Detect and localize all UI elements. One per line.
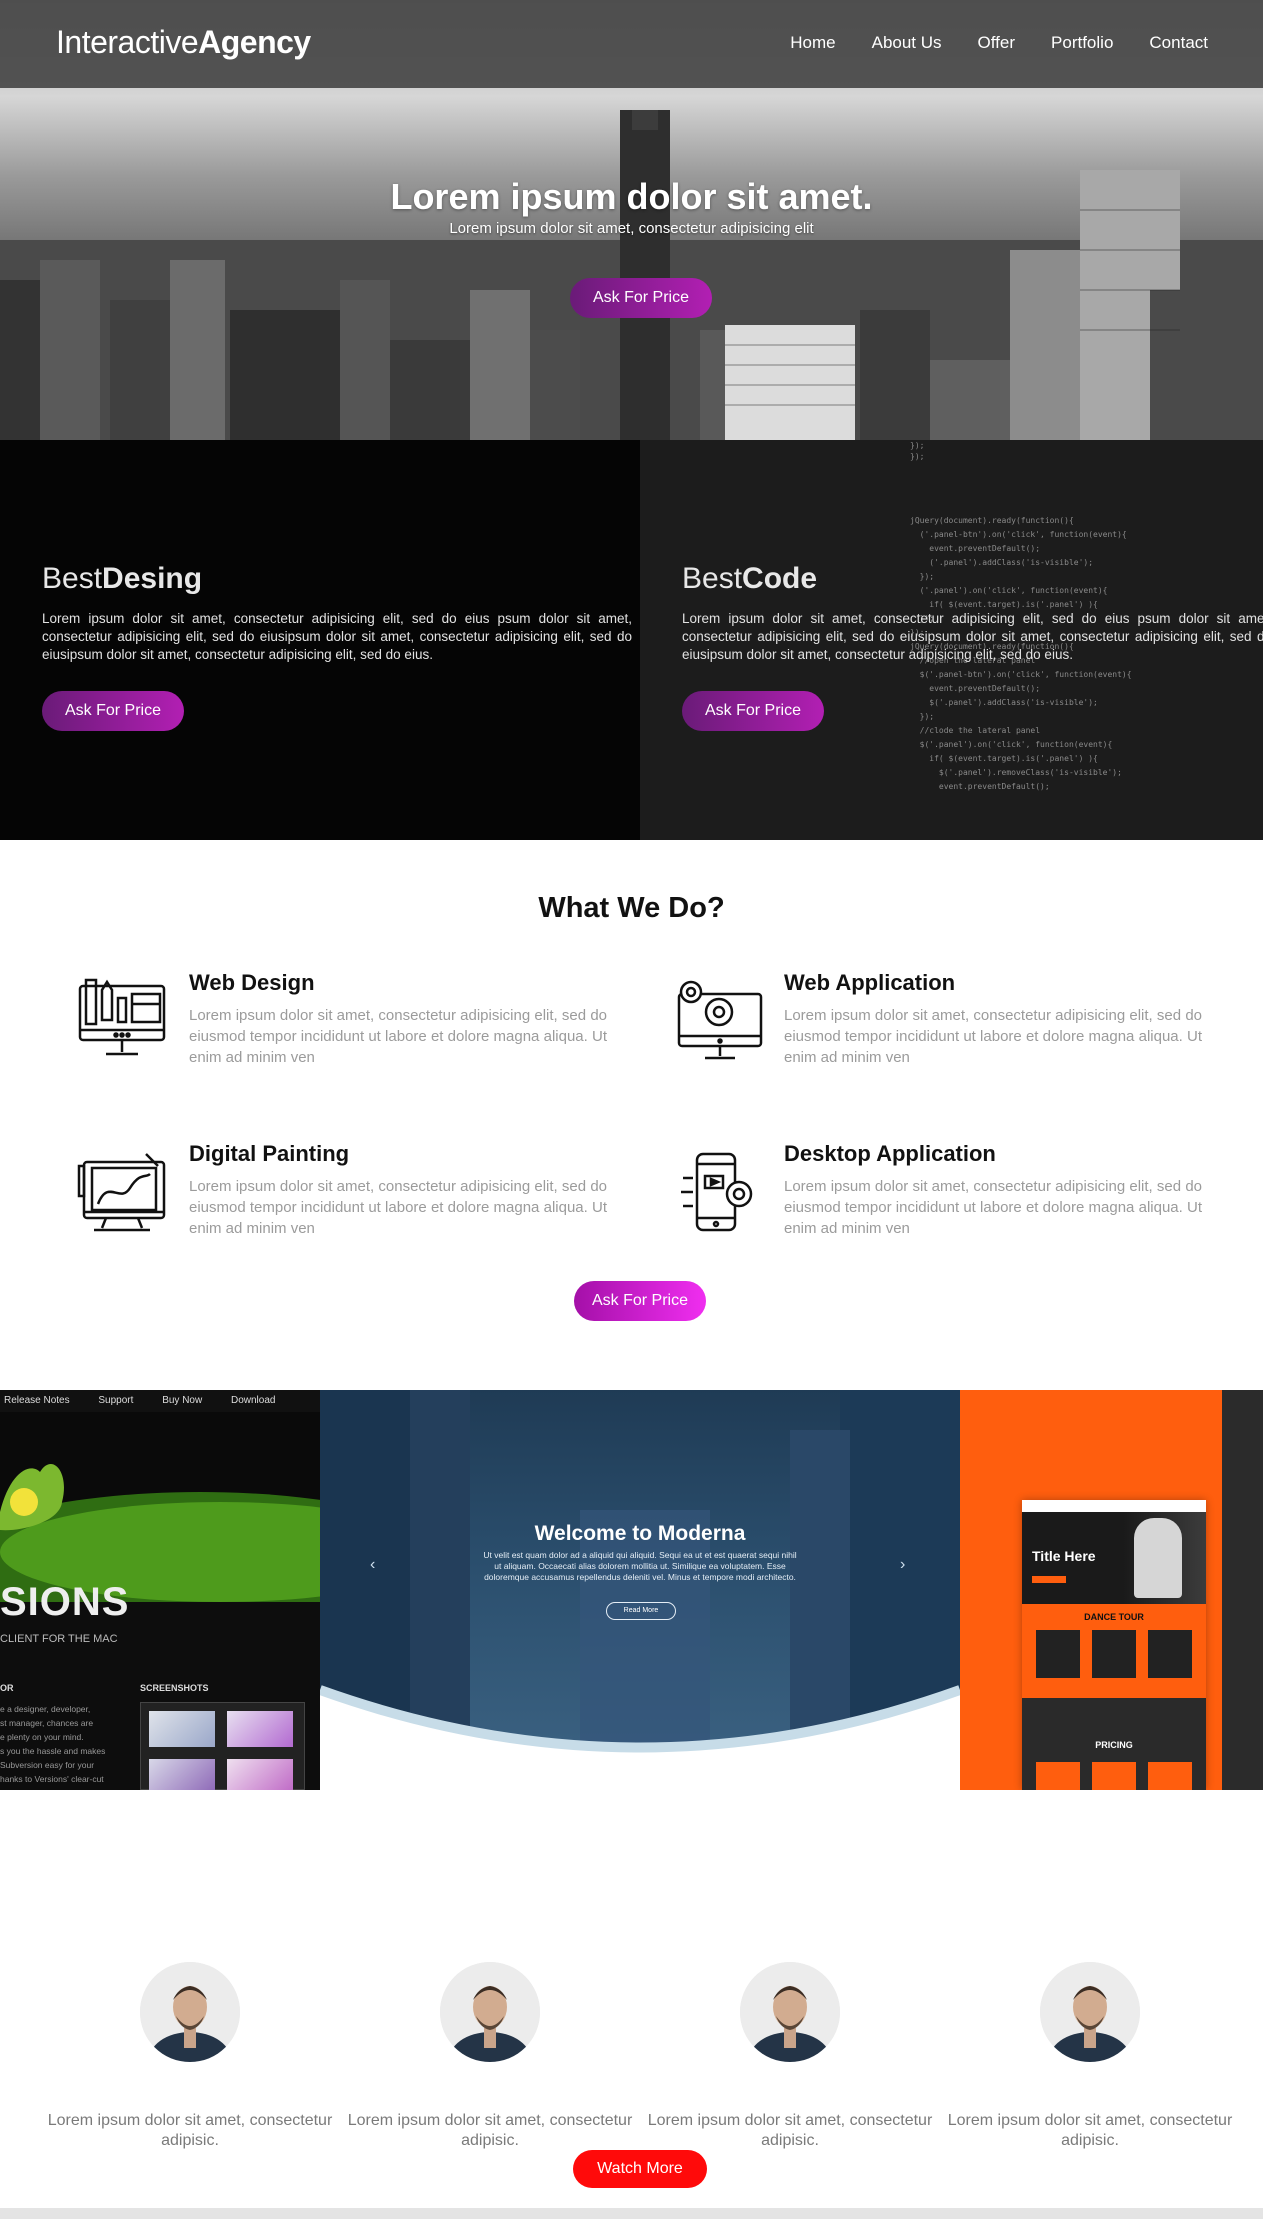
code-line: event.preventDefault();	[910, 684, 1041, 693]
best-design-title: BestDesing	[42, 562, 203, 595]
portfolio-slide-moderna[interactable]: Welcome to Moderna Ut velit est quam dol…	[320, 1390, 960, 1790]
versions-buy-now-link: Buy Now	[162, 1395, 203, 1406]
best-design-text: Lorem ipsum dolor sit amet, consectetur …	[42, 611, 632, 662]
service-title-desktop-application: Desktop Application	[784, 1141, 996, 1166]
phone-gear-icon	[681, 1152, 753, 1232]
code-line: if( $(event.target).is('.panel') ){	[910, 754, 1098, 763]
dance-site-mockup: Title Here DANCE TOUR PRICING	[1022, 1500, 1206, 1790]
best-code-ask-price-button[interactable]: Ask For Price	[682, 691, 824, 731]
code-line: ('.panel').addClass('is-visible');	[910, 558, 1094, 567]
logo-light-text: Interactive	[56, 24, 199, 60]
versions-screenshots-title: SCREENSHOTS	[140, 1683, 209, 1693]
logo[interactable]: InteractiveAgency	[56, 24, 311, 61]
chevron-left-icon[interactable]: ‹	[370, 1556, 375, 1574]
team-text-2: Lorem ipsum dolor sit amet, consectetur …	[347, 2112, 633, 2149]
versions-release-notes-link: Release Notes	[4, 1395, 70, 1406]
service-text-web-design: Lorem ipsum dolor sit amet, consectetur …	[189, 1007, 607, 1066]
team-text-1: Lorem ipsum dolor sit amet, consectetur …	[47, 2112, 333, 2149]
service-title-digital-painting: Digital Painting	[189, 1141, 350, 1166]
hero-title: Lorem ipsum dolor sit amet.	[390, 176, 873, 217]
versions-col-left-title: OR	[0, 1683, 14, 1693]
code-line: $('.panel').on('click', function(event){	[910, 740, 1113, 749]
hero-ask-price-button[interactable]: Ask For Price	[570, 278, 712, 318]
best-design-panel: BestDesing Lorem ipsum dolor sit amet, c…	[0, 440, 640, 840]
code-line: $('.panel-btn').on('click', function(eve…	[910, 670, 1132, 679]
team-avatar-4	[1040, 1962, 1140, 2062]
best-design-ask-price-button[interactable]: Ask For Price	[42, 691, 184, 731]
services-ask-price-button[interactable]: Ask For Price	[574, 1281, 706, 1321]
code-line: jQuery(document).ready(function(){	[910, 516, 1074, 525]
team-avatar-2	[440, 1962, 540, 2062]
nav-contact[interactable]: Contact	[1149, 33, 1208, 53]
service-title-web-application: Web Application	[784, 970, 956, 995]
chevron-right-icon[interactable]: ›	[900, 1556, 905, 1574]
code-line: });	[910, 572, 935, 581]
moderna-buildings-art	[320, 1390, 960, 1790]
dance-title: Title Here	[1032, 1548, 1096, 1564]
city-skyline-image	[0, 110, 1263, 440]
moderna-read-more-button[interactable]: Read More	[606, 1602, 676, 1620]
code-line: });	[910, 441, 925, 450]
hero-subtitle: Lorem ipsum dolor sit amet, consectetur …	[449, 220, 814, 237]
monitor-gears-icon	[677, 980, 763, 1060]
nav-about-us[interactable]: About Us	[872, 33, 942, 53]
moderna-text: Ut velit est quam dolor ad a aliquid qui…	[483, 1550, 797, 1582]
dance-pricing-label: PRICING	[1095, 1740, 1133, 1750]
code-line: });	[910, 712, 935, 721]
portfolio-slide-dance[interactable]: Title Here DANCE TOUR PRICING	[960, 1390, 1263, 1790]
best-code-title: BestCode	[682, 562, 818, 595]
code-line: $('.panel').addClass('is-visible');	[910, 698, 1098, 707]
versions-screenshots-grid	[140, 1702, 305, 1790]
team-text-4: Lorem ipsum dolor sit amet, consectetur …	[947, 2112, 1233, 2149]
code-line: event.preventDefault();	[910, 782, 1050, 791]
team-avatar-3	[740, 1962, 840, 2062]
code-line: //clode the lateral panel	[910, 726, 1041, 735]
service-text-web-application: Lorem ipsum dolor sit amet, consectetur …	[784, 1007, 1202, 1066]
versions-headline: SIONS	[0, 1580, 130, 1624]
versions-tagline: CLIENT FOR THE MAC	[0, 1633, 118, 1645]
service-title-web-design: Web Design	[189, 970, 315, 995]
team-text-3: Lorem ipsum dolor sit amet, consectetur …	[647, 2112, 933, 2149]
code-line: });	[910, 452, 925, 461]
code-line: $('.panel').removeClass('is-visible');	[910, 768, 1122, 777]
drawing-tablet-icon	[77, 1153, 166, 1232]
nav-home[interactable]: Home	[790, 33, 835, 53]
team-avatar-1	[140, 1962, 240, 2062]
code-line: event.preventDefault();	[910, 544, 1041, 553]
nav-portfolio[interactable]: Portfolio	[1051, 33, 1113, 53]
code-line: ('.panel').on('click', function(event){	[910, 586, 1108, 595]
best-code-text: Lorem ipsum dolor sit amet, consectetur …	[682, 611, 1263, 662]
logo-bold-text: Agency	[198, 24, 311, 60]
what-we-do-title: What We Do?	[538, 892, 725, 924]
map-section-edge	[0, 2208, 1263, 2219]
monitor-design-icon	[78, 978, 166, 1056]
versions-download-link: Download	[230, 1395, 276, 1406]
versions-hero-art	[0, 1412, 320, 1602]
code-line: if( $(event.target).is('.panel') ){	[910, 600, 1098, 609]
nav-menu: Home About Us Offer Portfolio Contact	[754, 33, 1208, 53]
service-text-digital-painting: Lorem ipsum dolor sit amet, consectetur …	[189, 1178, 607, 1237]
versions-topbar: Release Notes Support Buy Now Download	[0, 1390, 320, 1412]
code-line: ('.panel-btn').on('click', function(even…	[910, 530, 1127, 539]
nav-offer[interactable]: Offer	[978, 33, 1015, 53]
portfolio-slide-versions[interactable]: Release Notes Support Buy Now Download S…	[0, 1390, 320, 1790]
dance-tour-label: DANCE TOUR	[1084, 1612, 1144, 1622]
top-navbar: InteractiveAgency Home About Us Offer Po…	[0, 0, 1263, 88]
best-code-panel: });}); jQuery(document).ready(function(){…	[640, 440, 1263, 840]
dance-next-slide-peek	[1222, 1390, 1263, 1790]
moderna-title: Welcome to Moderna	[534, 1522, 746, 1545]
watch-more-button[interactable]: Watch More	[573, 2150, 707, 2188]
versions-body-text: e a designer, developer, st manager, chan…	[0, 1704, 106, 1784]
service-text-desktop-application: Lorem ipsum dolor sit amet, consectetur …	[784, 1178, 1202, 1237]
versions-support-link: Support	[98, 1395, 134, 1406]
